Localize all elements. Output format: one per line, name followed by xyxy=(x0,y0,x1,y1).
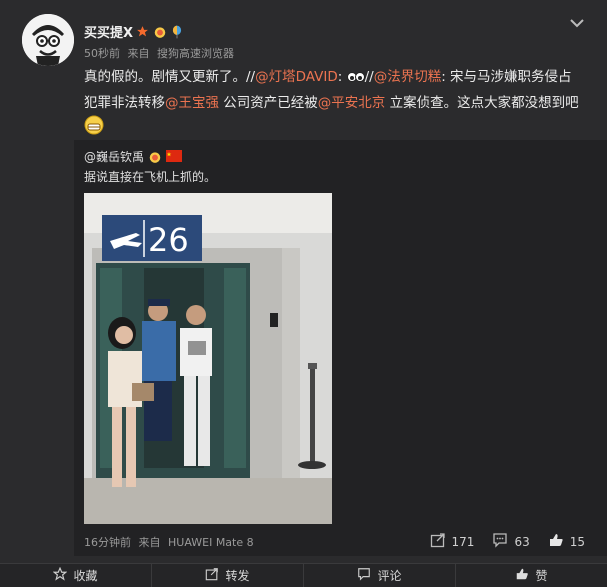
mention-wangbaoqiang[interactable]: @王宝强 xyxy=(165,95,219,111)
repost-panel: @巍岳钦禹 据说直接在飞机上抓的。 26 16分钟前 来自 HUAWEI Mat… xyxy=(74,140,607,556)
star-icon xyxy=(53,566,68,584)
repost-icon xyxy=(205,567,219,584)
repost-label: 转发 xyxy=(225,569,250,583)
comment-label: 评论 xyxy=(377,569,402,583)
repost-via-label: 来自 xyxy=(138,536,161,549)
repost-author[interactable]: @巍岳钦禹 xyxy=(84,148,144,165)
repost-header: @巍岳钦禹 xyxy=(84,148,183,165)
share-icon xyxy=(430,532,446,551)
balloon-icon xyxy=(170,25,184,39)
weibo-post-card: 买买提X 50秒前 来自 搜狗高速浏览器 真的假的。剧情又更新了。//@灯塔DA… xyxy=(0,0,607,587)
post-time[interactable]: 50秒前 xyxy=(84,47,120,60)
mention-pinganbeijing[interactable]: @平安北京 xyxy=(318,95,386,111)
chevron-down-icon[interactable] xyxy=(569,14,585,28)
post-meta: 50秒前 来自 搜狗高速浏览器 xyxy=(84,45,234,61)
username-text[interactable]: 买买提X xyxy=(84,22,133,41)
comment-icon xyxy=(492,532,508,551)
comment-icon xyxy=(357,567,371,584)
post-username[interactable]: 买买提X xyxy=(84,22,184,41)
repost-time[interactable]: 16分钟前 xyxy=(84,536,131,549)
post-text-seg-0: 真的假的。剧情又更新了。// xyxy=(84,69,256,85)
favorite-label: 收藏 xyxy=(73,569,98,583)
grin-emoji-icon xyxy=(84,115,104,143)
post-body: 真的假的。剧情又更新了。//@灯塔DAVID: //@法界切糕: 宋与马涉嫌职务… xyxy=(84,66,584,143)
post-text-seg-3: // xyxy=(364,69,374,85)
repost-button[interactable]: 转发 xyxy=(152,564,304,587)
comment-button[interactable]: 评论 xyxy=(304,564,456,587)
user-avatar[interactable] xyxy=(22,14,74,66)
china-flag-icon xyxy=(166,149,183,164)
repost-photo[interactable]: 26 xyxy=(84,193,332,524)
repost-stats: 171 63 15 xyxy=(430,532,585,551)
action-bar: 收藏 转发 评论 赞 xyxy=(0,563,607,587)
eyes-emoji-icon xyxy=(346,69,365,92)
like-icon xyxy=(515,567,529,584)
post-source[interactable]: 搜狗高速浏览器 xyxy=(157,47,234,60)
medal-icon xyxy=(148,150,162,164)
repost-meta: 16分钟前 来自 HUAWEI Mate 8 xyxy=(84,534,254,550)
like-stat[interactable]: 15 xyxy=(548,532,585,551)
post-text-seg-9: 立案侦查。这点大家都没想到吧 xyxy=(385,95,579,111)
post-via-label: 来自 xyxy=(127,47,150,60)
share-count: 171 xyxy=(451,534,475,549)
like-count: 15 xyxy=(569,534,585,549)
vip-star-icon xyxy=(136,25,150,39)
favorite-button[interactable]: 收藏 xyxy=(0,564,152,587)
repost-text: 据说直接在飞机上抓的。 xyxy=(84,170,217,184)
gate-number: 26 xyxy=(148,221,189,259)
post-text-seg-2: : xyxy=(337,69,347,85)
comment-stat[interactable]: 63 xyxy=(492,532,530,551)
share-stat[interactable]: 171 xyxy=(430,532,475,551)
post-text-seg-7: 公司资产已经被 xyxy=(219,95,318,111)
mention-fajie[interactable]: @法界切糕 xyxy=(374,69,442,85)
repost-source[interactable]: HUAWEI Mate 8 xyxy=(168,536,254,549)
like-icon xyxy=(548,532,564,551)
like-button[interactable]: 赞 xyxy=(456,564,607,587)
mention-dengta[interactable]: @灯塔DAVID xyxy=(255,69,338,85)
comment-count: 63 xyxy=(514,534,530,549)
like-label: 赞 xyxy=(535,569,548,583)
medal-icon xyxy=(153,25,167,39)
